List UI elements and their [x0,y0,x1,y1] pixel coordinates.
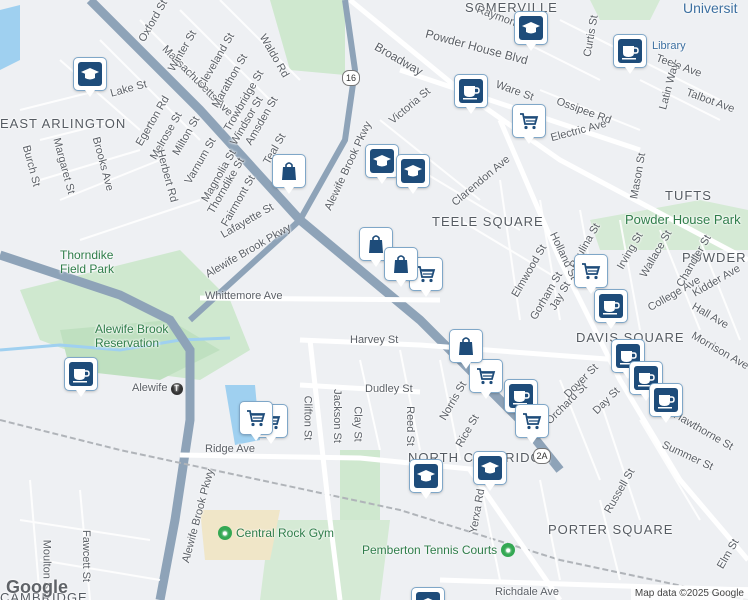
map-marker-school[interactable] [410,460,442,499]
map-marker-grocery[interactable] [240,402,272,441]
map-marker-school[interactable] [366,145,398,184]
map-marker-grocery[interactable] [516,405,548,444]
poi-pemberton-tennis[interactable]: Pemberton Tennis Courts ● [362,543,516,557]
map-marker-school[interactable] [397,155,429,194]
map-marker-school[interactable] [474,452,506,491]
google-logo: Google [6,577,68,597]
map-marker-grocery[interactable] [470,360,502,399]
map-attribution: Map data ©2025 Google [630,587,748,600]
map-marker-cafe[interactable] [614,35,646,74]
map-marker-grocery[interactable] [513,105,545,144]
route-2a-shield: 2A [533,448,551,464]
map-marker-grocery[interactable] [575,255,607,294]
map-marker-school[interactable] [412,588,444,600]
map-marker-shopping[interactable] [385,248,417,287]
poi-central-rock-gym[interactable]: ● Central Rock Gym [218,526,334,540]
map-marker-cafe[interactable] [65,358,97,397]
map-marker-cafe[interactable] [650,384,682,423]
map-marker-shopping[interactable] [450,330,482,369]
route-16-shield: 16 [342,70,360,86]
map-marker-shopping[interactable] [273,155,305,194]
map-marker-cafe[interactable] [595,290,627,329]
map-marker-school[interactable] [74,58,106,97]
map-base-layer [0,0,748,600]
map-marker-school[interactable] [515,12,547,51]
map-canvas[interactable]: SOMERVILLE EAST ARLINGTON TUFTS TEELE SQ… [0,0,748,600]
map-marker-cafe[interactable] [455,75,487,114]
